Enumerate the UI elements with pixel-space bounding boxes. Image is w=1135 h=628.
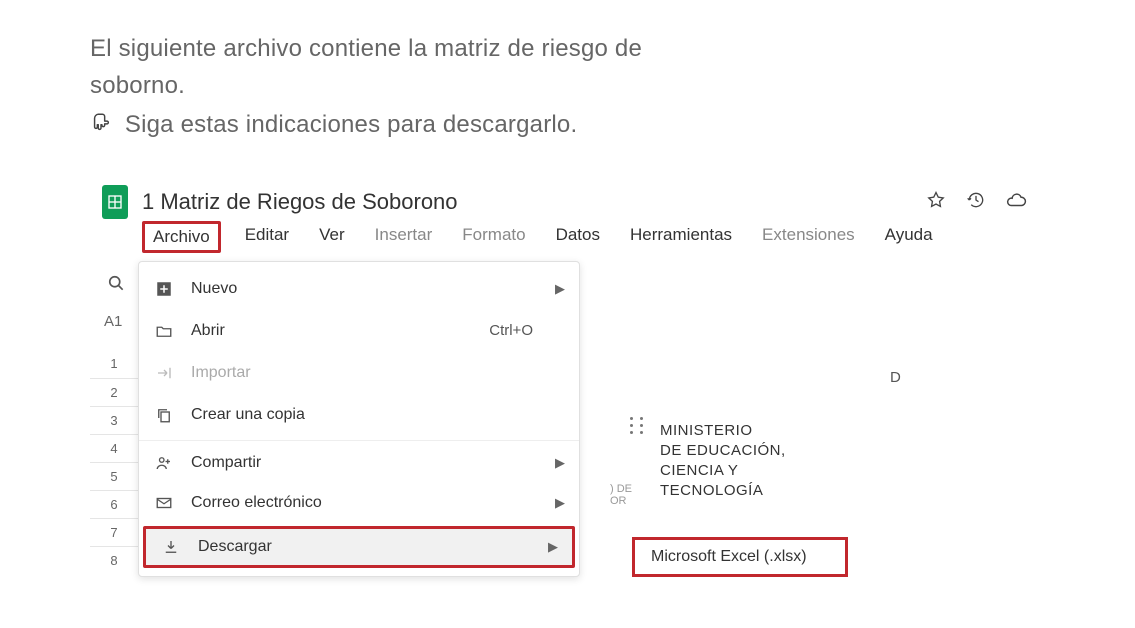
menu-ayuda[interactable]: Ayuda bbox=[879, 221, 939, 253]
import-icon bbox=[153, 362, 175, 384]
menu-item-label: Crear una copia bbox=[191, 406, 305, 424]
menubar: Archivo Editar Ver Insertar Formato Dato… bbox=[90, 221, 1045, 253]
row-num-1[interactable]: 1 bbox=[90, 350, 138, 378]
row-num-3[interactable]: 3 bbox=[90, 406, 138, 434]
menu-formato[interactable]: Formato bbox=[456, 221, 531, 253]
cloud-icon[interactable] bbox=[1005, 189, 1027, 211]
row-num-8[interactable]: 8 bbox=[90, 546, 138, 574]
row-num-4[interactable]: 4 bbox=[90, 434, 138, 462]
history-icon[interactable] bbox=[965, 189, 987, 211]
menu-item-importar[interactable]: Importar bbox=[139, 352, 579, 394]
menu-herramientas[interactable]: Herramientas bbox=[624, 221, 738, 253]
menu-item-correo[interactable]: Correo electrónico ▶ bbox=[139, 482, 579, 524]
menu-item-label: Abrir bbox=[191, 322, 225, 340]
row-num-2[interactable]: 2 bbox=[90, 378, 138, 406]
menu-ver[interactable]: Ver bbox=[313, 221, 351, 253]
menu-item-crear-copia[interactable]: Crear una copia bbox=[139, 394, 579, 436]
menu-datos[interactable]: Datos bbox=[550, 221, 606, 253]
truncated-text: ) DE OR bbox=[610, 483, 632, 507]
submenu-item-xlsx[interactable]: Microsoft Excel (.xlsx) bbox=[632, 537, 848, 577]
file-dropdown: Nuevo ▶ Abrir Ctrl+O Importar Crear una … bbox=[138, 261, 580, 577]
shortcut-label: Ctrl+O bbox=[489, 322, 533, 339]
point-down-icon bbox=[90, 107, 112, 144]
menu-extensiones[interactable]: Extensiones bbox=[756, 221, 861, 253]
cell-reference[interactable]: A1 bbox=[104, 313, 138, 330]
menu-insertar[interactable]: Insertar bbox=[369, 221, 439, 253]
plus-box-icon bbox=[153, 278, 175, 300]
menu-item-label: Importar bbox=[191, 364, 251, 382]
menu-item-label: Compartir bbox=[191, 454, 261, 472]
star-icon[interactable] bbox=[925, 189, 947, 211]
menu-item-label: Nuevo bbox=[191, 280, 237, 298]
menu-archivo[interactable]: Archivo bbox=[142, 221, 221, 253]
menu-item-nuevo[interactable]: Nuevo ▶ bbox=[139, 268, 579, 310]
search-icon[interactable] bbox=[106, 273, 128, 295]
chevron-right-icon: ▶ bbox=[548, 539, 558, 555]
column-header-d[interactable]: D bbox=[890, 369, 901, 386]
intro-text-line3: Siga estas indicaciones para descargarlo… bbox=[125, 111, 577, 138]
menu-item-label: Correo electrónico bbox=[191, 494, 322, 512]
cell-text-ministerio: MINISTERIO DE EDUCACIÓN, CIENCIA Y TECNO… bbox=[660, 421, 786, 502]
chevron-right-icon: ▶ bbox=[555, 281, 565, 297]
row-num-5[interactable]: 5 bbox=[90, 462, 138, 490]
drag-handle-icon bbox=[630, 417, 646, 434]
folder-icon bbox=[153, 320, 175, 342]
menu-item-compartir[interactable]: Compartir ▶ bbox=[139, 440, 579, 482]
menu-item-abrir[interactable]: Abrir Ctrl+O bbox=[139, 310, 579, 352]
intro-text-line1: El siguiente archivo contiene la matriz … bbox=[90, 30, 1045, 67]
row-numbers: 1 2 3 4 5 6 7 8 bbox=[90, 350, 138, 574]
download-icon bbox=[160, 536, 182, 558]
menu-item-label: Descargar bbox=[198, 538, 272, 556]
document-title[interactable]: 1 Matriz de Riegos de Soborono bbox=[142, 189, 458, 215]
share-icon bbox=[153, 452, 175, 474]
menu-editar[interactable]: Editar bbox=[239, 221, 295, 253]
copy-icon bbox=[153, 404, 175, 426]
sheets-logo-icon bbox=[102, 185, 128, 219]
row-num-6[interactable]: 6 bbox=[90, 490, 138, 518]
download-submenu: Microsoft Excel (.xlsx) bbox=[632, 537, 1052, 577]
intro-text-line2: soborno. bbox=[90, 67, 1045, 104]
chevron-right-icon: ▶ bbox=[555, 455, 565, 471]
chevron-right-icon: ▶ bbox=[555, 495, 565, 511]
menu-item-descargar[interactable]: Descargar ▶ bbox=[143, 526, 575, 568]
row-num-7[interactable]: 7 bbox=[90, 518, 138, 546]
mail-icon bbox=[153, 492, 175, 514]
